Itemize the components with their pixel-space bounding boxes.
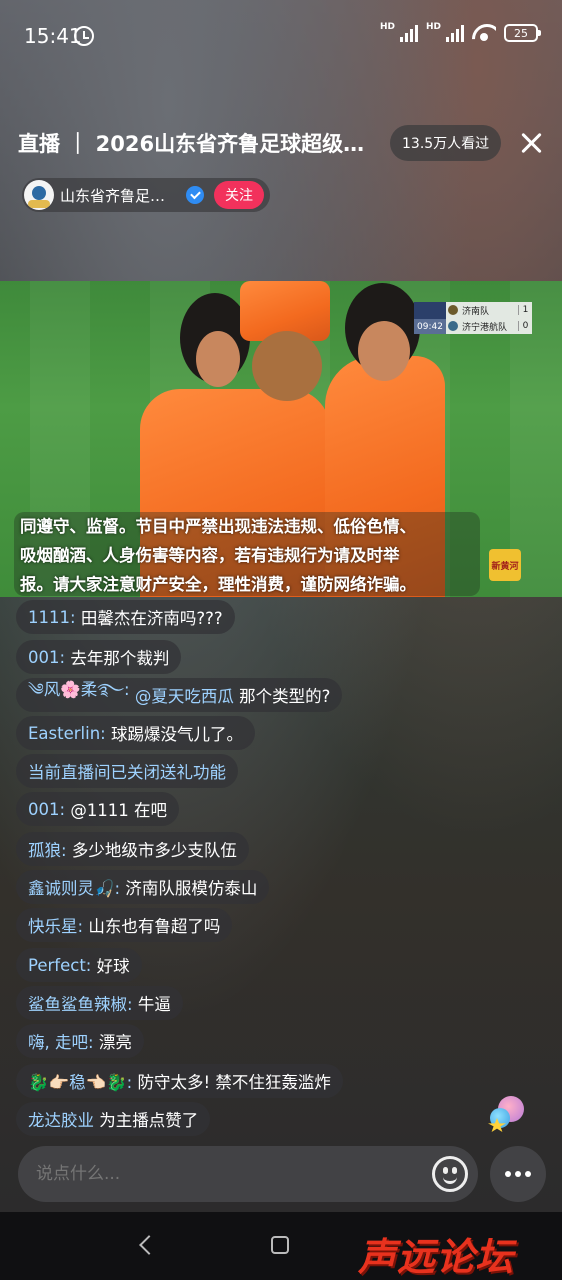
- home-icon[interactable]: [271, 1236, 289, 1254]
- comment-item[interactable]: Easterlin: 球踢爆没气儿了。: [16, 716, 255, 750]
- team-score: 1: [518, 305, 532, 315]
- comment-item[interactable]: 1111: 田馨杰在济南吗???: [16, 600, 235, 634]
- scoreboard-row: 济宁港航队 0: [448, 318, 532, 334]
- comment-item[interactable]: ༄风🌸柔࿐: @夏天吃西瓜 那个类型的?: [16, 678, 343, 712]
- alarm-icon: [74, 26, 94, 46]
- comment-text: @1111 在吧: [70, 801, 168, 820]
- more-icon[interactable]: [490, 1146, 546, 1202]
- comment-item[interactable]: 🐉👉🏻稳👈🏻🐉: 防守太多! 禁不住狂轰滥炸: [16, 1064, 343, 1098]
- close-icon[interactable]: [512, 124, 550, 162]
- comment-text: @夏天吃西瓜 那个类型的?: [134, 687, 331, 706]
- wifi-icon: [472, 24, 496, 42]
- signal-hd-label: HD: [426, 22, 442, 32]
- comment-input-bar[interactable]: [18, 1146, 478, 1202]
- comment-item[interactable]: 001: 去年那个裁判: [16, 640, 182, 674]
- comment-user[interactable]: 鑫诚则灵🎣:: [28, 875, 120, 899]
- mention-text[interactable]: @夏天吃西瓜: [135, 687, 234, 706]
- comment-user[interactable]: 嗨, 走吧:: [28, 1029, 94, 1053]
- channel-logo: 新黄河: [489, 549, 521, 581]
- comment-item[interactable]: 龙达胶业 为主播点赞了: [16, 1102, 211, 1136]
- comment-text: 防守太多! 禁不住狂轰滥炸: [137, 1073, 331, 1092]
- match-clock: 09:42: [414, 319, 446, 334]
- anchor-name[interactable]: 山东省齐鲁足…: [60, 185, 182, 206]
- verified-icon: [186, 186, 204, 204]
- comment-text: 漂亮: [98, 1033, 132, 1052]
- notice-line: 吸烟酗酒、人身伤害等内容，若有违规行为请及时举: [20, 546, 400, 565]
- comment-user[interactable]: 鲨鱼鲨鱼辣椒:: [28, 991, 133, 1015]
- comment-item[interactable]: 001: @1111 在吧: [16, 792, 180, 826]
- team-badge-icon: [448, 321, 458, 331]
- team-name: 济南队: [462, 306, 490, 317]
- comment-user[interactable]: 001:: [28, 800, 65, 819]
- scoreboard: 09:42 济南队 1 济宁港航队 0: [414, 302, 532, 334]
- comment-item[interactable]: 鑫诚则灵🎣: 济南队服模仿泰山: [16, 870, 270, 904]
- comment-item[interactable]: Perfect: 好球: [16, 948, 142, 982]
- comment-text: 济南队服模仿泰山: [125, 879, 258, 898]
- team-name: 济宁港航队: [462, 322, 508, 333]
- battery-icon: 25: [504, 24, 541, 42]
- team-badge-icon: [448, 305, 458, 315]
- comment-user[interactable]: 🐉👉🏻稳👈🏻🐉:: [28, 1069, 132, 1093]
- scoreboard-row: 济南队 1: [448, 302, 532, 318]
- watermark: 声远论坛: [358, 1235, 515, 1279]
- live-title: 直播 ｜ 2026山东省齐鲁足球超级…: [18, 132, 365, 156]
- comment-text: 球踢爆没气儿了。: [110, 725, 243, 744]
- gift-icon[interactable]: [484, 1092, 530, 1134]
- follow-button[interactable]: 关注: [214, 181, 264, 209]
- comment-user[interactable]: Perfect:: [28, 956, 91, 975]
- comment-text: 去年那个裁判: [70, 649, 170, 668]
- comment-item[interactable]: 鲨鱼鲨鱼辣椒: 牛逼: [16, 986, 183, 1020]
- comment-text: 为主播点赞了: [99, 1111, 199, 1130]
- system-message-text: 当前直播间已关闭送礼功能: [28, 763, 226, 782]
- comment-item[interactable]: 孤狼: 多少地级市多少支队伍: [16, 832, 249, 866]
- team-score: 0: [518, 321, 532, 331]
- comment-text: 山东也有鲁超了吗: [88, 917, 221, 936]
- comment-input[interactable]: [36, 1146, 416, 1202]
- signal-hd-label: HD: [380, 22, 396, 32]
- viewer-count-button[interactable]: 13.5万人看过: [390, 125, 502, 161]
- comment-user[interactable]: 1111:: [28, 608, 76, 627]
- signal-icon: HD: [426, 22, 464, 42]
- emoji-icon[interactable]: [432, 1156, 468, 1192]
- notice-line: 报。请大家注意财产安全，理性消费，谨防网络诈骗。: [20, 575, 416, 594]
- comment-item[interactable]: 嗨, 走吧: 漂亮: [16, 1024, 144, 1058]
- comment-text: 田馨杰在济南吗???: [80, 609, 223, 628]
- live-notice: 同遵守、监督。节目中严禁出现违法违规、低俗色情、 吸烟酗酒、人身伤害等内容，若有…: [20, 512, 480, 599]
- comment-text: 牛逼: [137, 995, 171, 1014]
- comment-user[interactable]: 龙达胶业: [28, 1107, 94, 1131]
- comment-user[interactable]: 孤狼:: [28, 837, 67, 861]
- comment-text: 好球: [96, 957, 130, 976]
- comment-user[interactable]: ༄风🌸柔࿐:: [28, 672, 130, 718]
- comment-user[interactable]: 001:: [28, 648, 65, 667]
- notice-line: 同遵守、监督。节目中严禁出现违法违规、低俗色情、: [20, 517, 416, 536]
- comment-user[interactable]: 快乐星:: [28, 913, 83, 937]
- avatar[interactable]: [24, 180, 54, 210]
- comment-item[interactable]: 快乐星: 山东也有鲁超了吗: [16, 908, 233, 942]
- status-time: 15:41: [24, 24, 82, 48]
- status-bar: 15:41 HD HD 25: [0, 0, 562, 56]
- comment-user[interactable]: Easterlin:: [28, 724, 106, 743]
- anchor-card[interactable]: 山东省齐鲁足… 关注: [22, 178, 270, 212]
- signal-icon: HD: [380, 22, 418, 42]
- comment-text: 多少地级市多少支队伍: [71, 841, 237, 860]
- battery-level: 25: [514, 26, 528, 40]
- system-message: 当前直播间已关闭送礼功能: [16, 754, 238, 788]
